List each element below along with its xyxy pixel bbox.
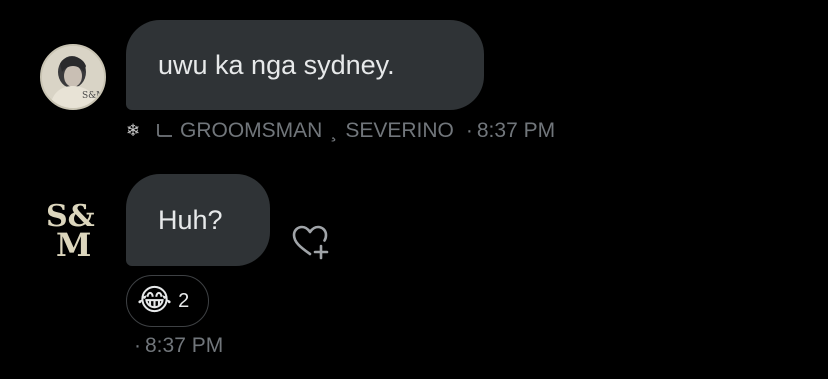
message-bubble[interactable]: uwu ka nga sydney. [126, 20, 484, 110]
time-dot: · [465, 119, 473, 142]
sender-name[interactable]: GROOMSMAN [180, 119, 322, 143]
heart-plus-icon [292, 225, 329, 260]
snowflake-icon: ❄ [126, 121, 141, 140]
sender-avatar[interactable]: S&M [40, 44, 106, 110]
message-time: 8:37 PM [476, 119, 556, 142]
sender-surname[interactable]: SEVERINO [345, 119, 454, 143]
reaction-chip[interactable]: 😂 2 [126, 275, 209, 327]
time-dot: · [134, 334, 141, 357]
sm-logo: S& M [46, 199, 95, 264]
reply-indicator-icon [157, 124, 172, 137]
reaction-count: 2 [178, 289, 190, 312]
message-text: uwu ka nga sydney. [158, 49, 395, 80]
name-separator: ¸ [330, 119, 338, 142]
message-meta: ❄ GROOMSMAN ¸ SEVERINO · 8:37 PM [126, 116, 555, 146]
message-meta: · 8:37 PM [134, 334, 223, 358]
add-reaction-button[interactable] [288, 222, 332, 262]
group-avatar-logo[interactable]: S& M [40, 196, 106, 264]
tears-of-joy-emoji-icon: 😂 [137, 283, 173, 318]
message-time: 8:37 PM [145, 334, 224, 357]
avatar-badge: S&M [82, 91, 104, 101]
avatar-photo: S&M [42, 46, 104, 108]
svg-text:M: M [56, 226, 91, 262]
message-text: Huh? [158, 204, 223, 235]
message-bubble[interactable]: Huh? [126, 174, 270, 266]
